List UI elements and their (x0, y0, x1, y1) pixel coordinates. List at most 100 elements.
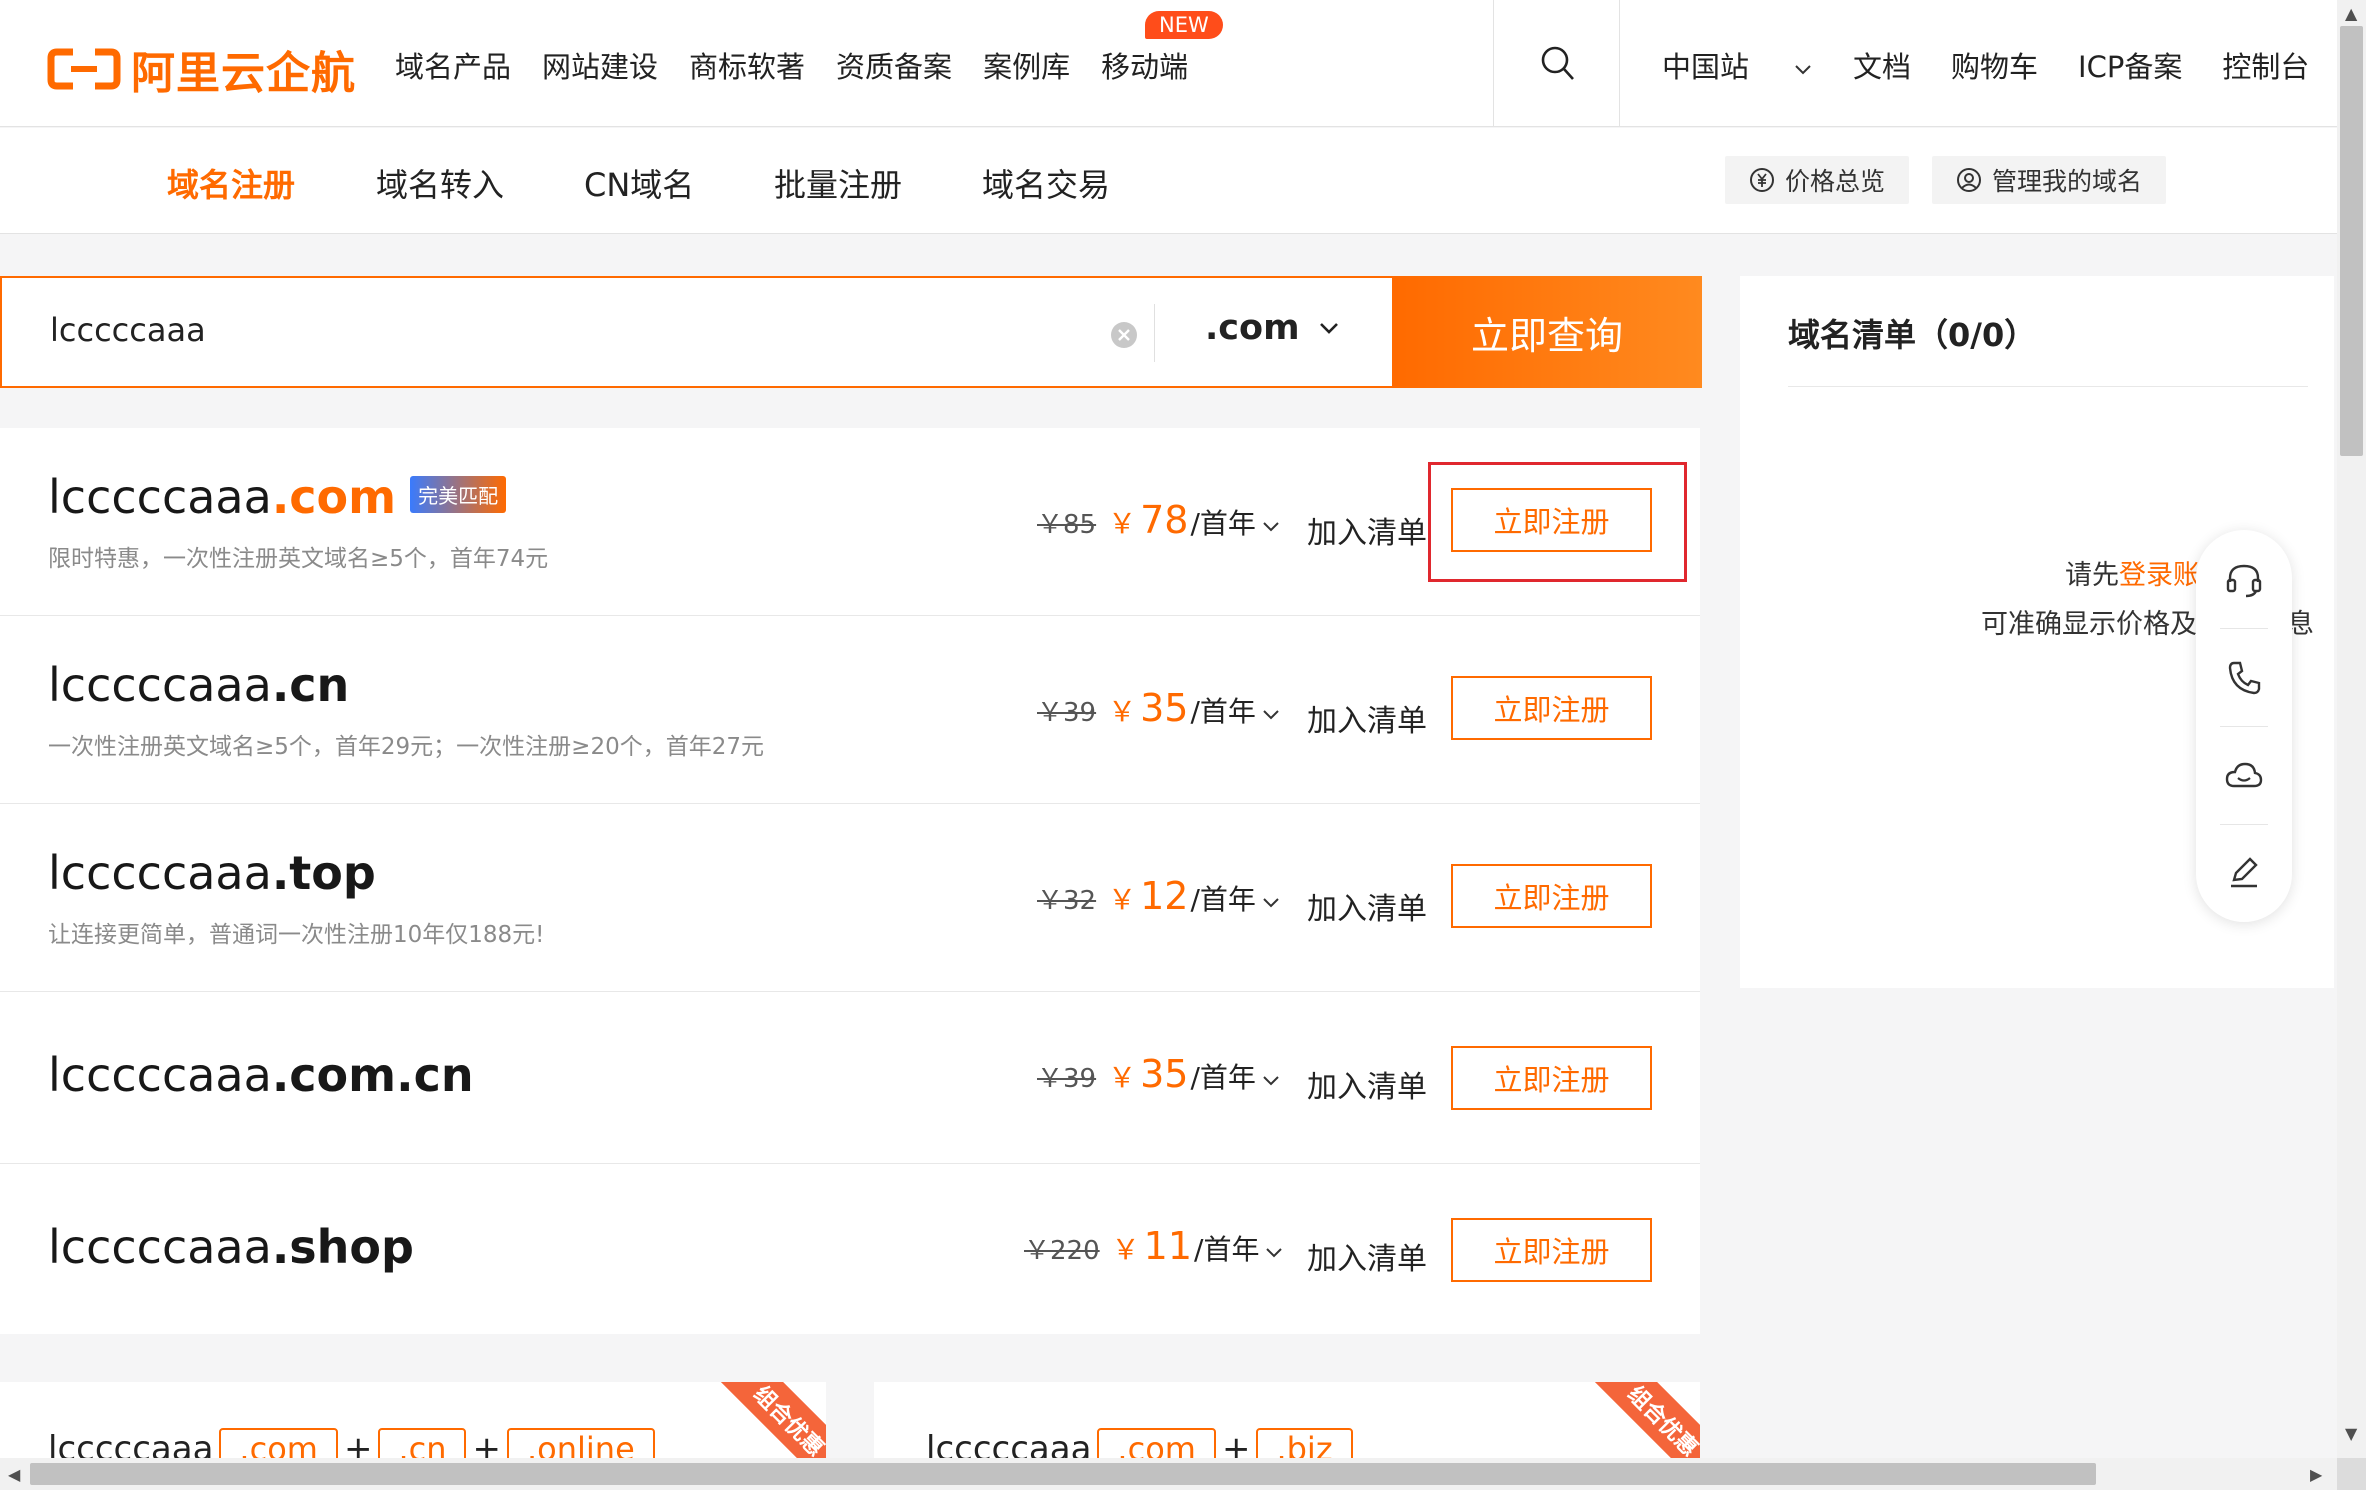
cart-msg-prefix: 请先 (2065, 560, 2119, 591)
login-link[interactable]: 登录账 (2119, 560, 2200, 591)
original-price: ￥39 (1037, 1064, 1097, 1094)
domain-search-box: lcccccaaa .com 立即查询 (0, 276, 1702, 388)
headset-icon[interactable] (2224, 560, 2264, 600)
original-price: ￥220 (1024, 1236, 1100, 1266)
domain-promo: 一次性注册英文域名≥5个，首年29元；一次性注册≥20个，首年27元 (48, 734, 764, 760)
logo[interactable]: 阿里云企航 (47, 37, 356, 101)
chevron-down-icon (1263, 522, 1279, 532)
docs-link[interactable]: 文档 (1853, 44, 1911, 86)
domain-base: lcccccaaa (48, 658, 272, 712)
tab-bulk-register[interactable]: 批量注册 (774, 160, 902, 206)
domain-tld: .com.cn (271, 1048, 474, 1102)
new-badge: NEW (1145, 11, 1223, 39)
add-to-list-button[interactable]: 加入清单 (1307, 1062, 1427, 1106)
tab-domain-register[interactable]: 域名注册 (167, 160, 295, 206)
region-selector[interactable]: 中国站 (1662, 44, 1813, 86)
current-price: 78 (1140, 498, 1189, 542)
nav-qualification[interactable]: 资质备案 (836, 44, 952, 86)
aliyun-logo-icon (47, 48, 121, 90)
nav-trademark[interactable]: 商标软著 (689, 44, 805, 86)
horizontal-scrollbar[interactable]: ◀ ▶ (0, 1458, 2337, 1490)
price-unit: /首年 (1190, 883, 1256, 916)
floating-toolbar (2196, 530, 2292, 922)
nav-cases[interactable]: 案例库 (983, 44, 1070, 86)
price-unit: /首年 (1190, 1061, 1256, 1094)
edit-icon[interactable] (2224, 852, 2264, 892)
current-price: 35 (1140, 1052, 1189, 1096)
register-button[interactable]: 立即注册 (1451, 864, 1652, 928)
nav-mobile[interactable]: 移动端 (1101, 44, 1188, 86)
scroll-down-arrow-icon[interactable]: ▼ (2345, 1424, 2357, 1443)
currency-symbol: ￥ (1108, 695, 1137, 728)
register-button[interactable]: 立即注册 (1451, 1046, 1652, 1110)
price-block[interactable]: ￥39 ￥ 35/首年 (1037, 686, 1280, 730)
add-to-list-button[interactable]: 加入清单 (1307, 1234, 1427, 1278)
tld-select[interactable]: .com (1205, 308, 1340, 348)
tab-domain-trade[interactable]: 域名交易 (982, 160, 1110, 206)
cloud-chat-icon[interactable] (2224, 756, 2264, 796)
scroll-right-arrow-icon[interactable]: ▶ (2310, 1465, 2322, 1484)
price-overview-button[interactable]: 价格总览 (1725, 156, 1910, 204)
divider (1493, 0, 1494, 127)
combo-cards: lcccccaaa .com + .cn + .online 组合优惠 lcccccaaa… (0, 1382, 2337, 1458)
nav-domain-products[interactable]: 域名产品 (395, 44, 511, 86)
tab-cn-domain[interactable]: CN域名 (584, 160, 694, 206)
combo-card[interactable]: lcccccaaa .com + .biz 组合优惠 (874, 1382, 1700, 1458)
cart-login-prompt: 请先登录账 (2065, 553, 2200, 592)
chevron-down-icon (1319, 323, 1338, 334)
cart-link[interactable]: 购物车 (1951, 44, 2038, 86)
currency-symbol: ￥ (1108, 1061, 1137, 1094)
combo-chip: .com (219, 1428, 338, 1458)
domain-base: lcccccaaa (48, 846, 272, 900)
price-block[interactable]: ￥32 ￥ 12/首年 (1037, 874, 1280, 918)
result-row: lcccccaaa.com.cn ￥39 ￥ 35/首年 加入清单 立即注册 (0, 992, 1700, 1164)
domain-base: lcccccaaa (48, 1220, 272, 1274)
phone-icon[interactable] (2224, 658, 2264, 698)
tab-domain-transfer[interactable]: 域名转入 (376, 160, 504, 206)
vertical-scrollbar[interactable]: ▲ ▼ (2337, 0, 2366, 1458)
divider (1154, 304, 1155, 362)
add-to-list-button[interactable]: 加入清单 (1307, 696, 1427, 740)
chevron-down-icon (1795, 65, 1811, 75)
manage-domains-button[interactable]: 管理我的域名 (1932, 156, 2167, 204)
top-links: 中国站 文档 购物车 ICP备案 控制台 登 (1662, 44, 2366, 86)
scroll-up-arrow-icon[interactable]: ▲ (2345, 4, 2357, 23)
chevron-down-icon (1263, 898, 1279, 908)
currency-symbol: ￥ (1111, 1233, 1140, 1266)
register-button[interactable]: 立即注册 (1451, 1218, 1652, 1282)
combo-chip: .cn (378, 1428, 467, 1458)
search-icon[interactable] (1540, 45, 1576, 83)
nav-website-building[interactable]: 网站建设 (542, 44, 658, 86)
price-block[interactable]: ￥220 ￥ 11/首年 (1024, 1224, 1283, 1268)
domain-search-input[interactable]: lcccccaaa (50, 311, 206, 349)
price-unit: /首年 (1190, 507, 1256, 540)
domain-name: lcccccaaa.com 完美匹配 (48, 470, 507, 524)
icp-link[interactable]: ICP备案 (2078, 44, 2182, 86)
price-overview-label: 价格总览 (1785, 167, 1886, 196)
scroll-left-arrow-icon[interactable]: ◀ (8, 1465, 20, 1484)
clear-icon[interactable] (1110, 321, 1138, 349)
current-price: 35 (1140, 686, 1189, 730)
console-link[interactable]: 控制台 (2222, 44, 2309, 86)
combo-chip: .online (506, 1428, 655, 1458)
domain-tld: .com (271, 470, 397, 524)
horizontal-scroll-thumb[interactable] (30, 1463, 2096, 1485)
add-to-list-button[interactable]: 加入清单 (1307, 508, 1427, 552)
domain-subnav: 域名注册 域名转入 CN域名 批量注册 域名交易 价格总览 管理我的域名 (0, 128, 2337, 234)
divider (2220, 824, 2268, 825)
price-block[interactable]: ￥85 ￥ 78/首年 (1037, 498, 1280, 542)
vertical-scroll-thumb[interactable] (2340, 26, 2363, 456)
logo-text: 阿里云企航 (131, 48, 356, 99)
combo-card[interactable]: lcccccaaa .com + .cn + .online 组合优惠 (0, 1382, 826, 1458)
combo-ribbon: 组合优惠 (1591, 1382, 1700, 1458)
cart-msg-line2-text: 可准确显示价格及 (1981, 609, 2197, 640)
divider (2220, 726, 2268, 727)
region-label: 中国站 (1662, 50, 1750, 84)
user-circle-icon (1957, 168, 1981, 192)
price-block[interactable]: ￥39 ￥ 35/首年 (1037, 1052, 1280, 1096)
combo-chip: .biz (1256, 1428, 1353, 1458)
add-to-list-button[interactable]: 加入清单 (1307, 884, 1427, 928)
register-button[interactable]: 立即注册 (1451, 676, 1652, 740)
combo-domains: lcccccaaa .com + .cn + .online (48, 1428, 661, 1458)
query-button[interactable]: 立即查询 (1392, 276, 1702, 388)
